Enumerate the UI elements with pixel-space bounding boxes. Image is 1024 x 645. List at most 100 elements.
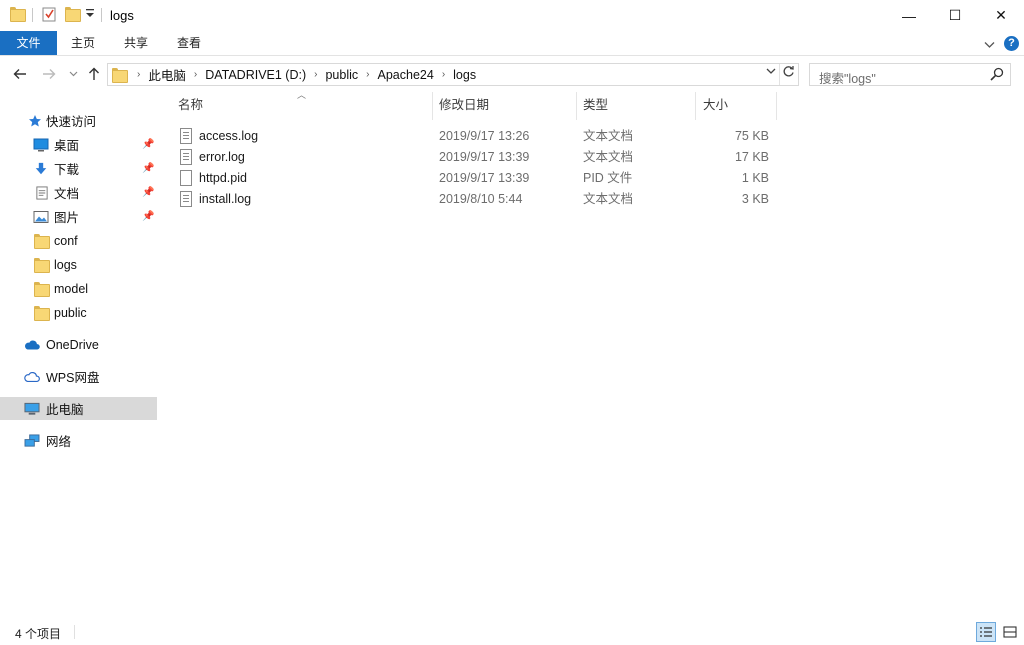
divider bbox=[101, 8, 102, 22]
file-type: 文本文档 bbox=[583, 192, 634, 206]
tab-view[interactable]: 查看 bbox=[166, 31, 212, 55]
close-button[interactable]: ✕ bbox=[978, 0, 1024, 31]
minimize-button[interactable]: — bbox=[886, 0, 932, 31]
file-size: 3 KB bbox=[741, 192, 769, 206]
document-icon bbox=[36, 185, 48, 200]
folder-icon bbox=[34, 306, 50, 321]
breadcrumb-this-pc[interactable]: 此电脑 bbox=[143, 65, 191, 84]
item-count: 4 个项目 bbox=[15, 627, 62, 641]
pin-icon[interactable]: 📌 bbox=[142, 139, 154, 150]
back-button[interactable] bbox=[9, 63, 31, 85]
sidebar-item-label: 文档 bbox=[54, 187, 80, 201]
help-icon[interactable]: ? bbox=[1004, 36, 1019, 51]
title-bar: logs — ☐ ✕ bbox=[0, 0, 1024, 31]
properties-icon[interactable] bbox=[42, 6, 57, 22]
folder-icon bbox=[34, 258, 50, 273]
divider bbox=[779, 64, 780, 85]
sidebar-item-label: 图片 bbox=[54, 211, 80, 225]
pin-icon[interactable]: 📌 bbox=[142, 187, 154, 198]
column-divider[interactable] bbox=[776, 92, 777, 120]
sidebar-item-network[interactable]: 网络 bbox=[0, 429, 157, 452]
sidebar-item-label: public bbox=[54, 305, 87, 320]
search-input[interactable]: 搜索"logs" bbox=[819, 68, 876, 87]
large-icons-view-icon bbox=[1003, 626, 1017, 638]
sidebar-item-wps[interactable]: WPS网盘 bbox=[0, 365, 157, 388]
file-modified: 2019/9/17 13:39 bbox=[439, 150, 530, 164]
sidebar-item-documents[interactable]: 文档 📌 bbox=[0, 181, 157, 204]
download-icon bbox=[35, 162, 47, 174]
recent-locations-button[interactable] bbox=[62, 63, 84, 85]
search-icon[interactable] bbox=[990, 67, 1004, 81]
refresh-icon bbox=[783, 66, 794, 77]
pin-icon[interactable]: 📌 bbox=[142, 163, 154, 174]
file-name[interactable]: error.log bbox=[199, 147, 245, 168]
file-type: 文本文档 bbox=[583, 150, 634, 164]
details-view-icon bbox=[980, 627, 992, 637]
breadcrumb-drive[interactable]: DATADRIVE1 (D:) bbox=[200, 68, 311, 82]
sidebar-item-model[interactable]: model bbox=[0, 277, 157, 300]
column-divider[interactable] bbox=[695, 92, 696, 120]
chevron-right-icon[interactable]: › bbox=[191, 69, 200, 80]
divider bbox=[74, 625, 75, 639]
sidebar-item-this-pc[interactable]: 此电脑 bbox=[0, 397, 157, 420]
chevron-right-icon[interactable]: › bbox=[363, 69, 372, 80]
tab-share[interactable]: 共享 bbox=[113, 31, 159, 55]
sidebar-item-label: 快速访问 bbox=[46, 115, 97, 129]
navigation-pane: 快速访问 桌面 📌 下载 📌 文档 📌 图片 📌 conf logs model bbox=[0, 100, 160, 620]
chevron-right-icon[interactable]: › bbox=[439, 69, 448, 80]
sidebar-item-logs[interactable]: logs bbox=[0, 253, 157, 276]
sidebar-item-label: model bbox=[54, 281, 89, 296]
file-row[interactable]: error.log 2019/9/17 13:39 文本文档 17 KB bbox=[174, 147, 774, 168]
column-header-size[interactable]: 大小 bbox=[703, 92, 775, 118]
file-row[interactable]: access.log 2019/9/17 13:26 文本文档 75 KB bbox=[174, 126, 774, 147]
chevron-down-icon[interactable] bbox=[984, 38, 995, 52]
column-divider[interactable] bbox=[576, 92, 577, 120]
file-row[interactable]: httpd.pid 2019/9/17 13:39 PID 文件 1 KB bbox=[174, 168, 774, 189]
pictures-icon bbox=[33, 210, 49, 223]
file-name[interactable]: install.log bbox=[199, 189, 251, 210]
sidebar-item-downloads[interactable]: 下载 📌 bbox=[0, 157, 157, 180]
file-row[interactable]: install.log 2019/8/10 5:44 文本文档 3 KB bbox=[174, 189, 774, 210]
sidebar-item-quick-access[interactable]: 快速访问 bbox=[0, 109, 157, 132]
address-bar[interactable]: › 此电脑 › DATADRIVE1 (D:) › public › Apach… bbox=[107, 63, 799, 86]
sidebar-item-pictures[interactable]: 图片 📌 bbox=[0, 205, 157, 228]
file-modified: 2019/9/17 13:26 bbox=[439, 129, 530, 143]
arrow-left-icon bbox=[13, 69, 26, 79]
column-divider[interactable] bbox=[432, 92, 433, 120]
breadcrumb-apache24[interactable]: Apache24 bbox=[373, 68, 439, 82]
customize-toolbar-icon[interactable] bbox=[86, 9, 94, 19]
column-header-name[interactable]: 名称 bbox=[178, 92, 430, 118]
file-type: PID 文件 bbox=[583, 171, 633, 185]
arrow-up-icon bbox=[89, 67, 99, 80]
maximize-button[interactable]: ☐ bbox=[932, 0, 978, 31]
new-folder-icon[interactable] bbox=[65, 7, 81, 22]
sidebar-item-label: 下载 bbox=[54, 163, 80, 177]
address-history-button[interactable] bbox=[766, 67, 776, 78]
sidebar-item-conf[interactable]: conf bbox=[0, 229, 157, 252]
tab-home[interactable]: 主页 bbox=[60, 31, 106, 55]
sidebar-item-desktop[interactable]: 桌面 📌 bbox=[0, 133, 157, 156]
chevron-right-icon[interactable]: › bbox=[311, 69, 320, 80]
sidebar-item-onedrive[interactable]: OneDrive bbox=[0, 333, 157, 356]
column-header-modified[interactable]: 修改日期 bbox=[439, 92, 573, 118]
search-box[interactable]: 搜索"logs" bbox=[809, 63, 1011, 86]
forward-button[interactable] bbox=[38, 63, 60, 85]
up-button[interactable] bbox=[83, 63, 105, 85]
column-header-type[interactable]: 类型 bbox=[583, 92, 691, 118]
file-name[interactable]: httpd.pid bbox=[199, 168, 247, 189]
window-title: logs bbox=[110, 8, 134, 23]
network-icon bbox=[24, 433, 40, 447]
details-view-button[interactable] bbox=[976, 622, 996, 642]
divider bbox=[32, 8, 33, 22]
sidebar-item-public[interactable]: public bbox=[0, 301, 157, 324]
large-icons-view-button[interactable] bbox=[1000, 622, 1020, 642]
text-file-icon bbox=[180, 128, 192, 144]
refresh-button[interactable] bbox=[782, 65, 795, 81]
pin-icon[interactable]: 📌 bbox=[142, 211, 154, 222]
breadcrumb-public[interactable]: public bbox=[320, 68, 363, 82]
tab-file[interactable]: 文件 bbox=[0, 31, 57, 55]
file-name[interactable]: access.log bbox=[199, 126, 258, 147]
breadcrumb-logs[interactable]: logs bbox=[448, 68, 481, 82]
chevron-right-icon[interactable]: › bbox=[134, 69, 143, 80]
sidebar-item-label: OneDrive bbox=[46, 337, 99, 352]
